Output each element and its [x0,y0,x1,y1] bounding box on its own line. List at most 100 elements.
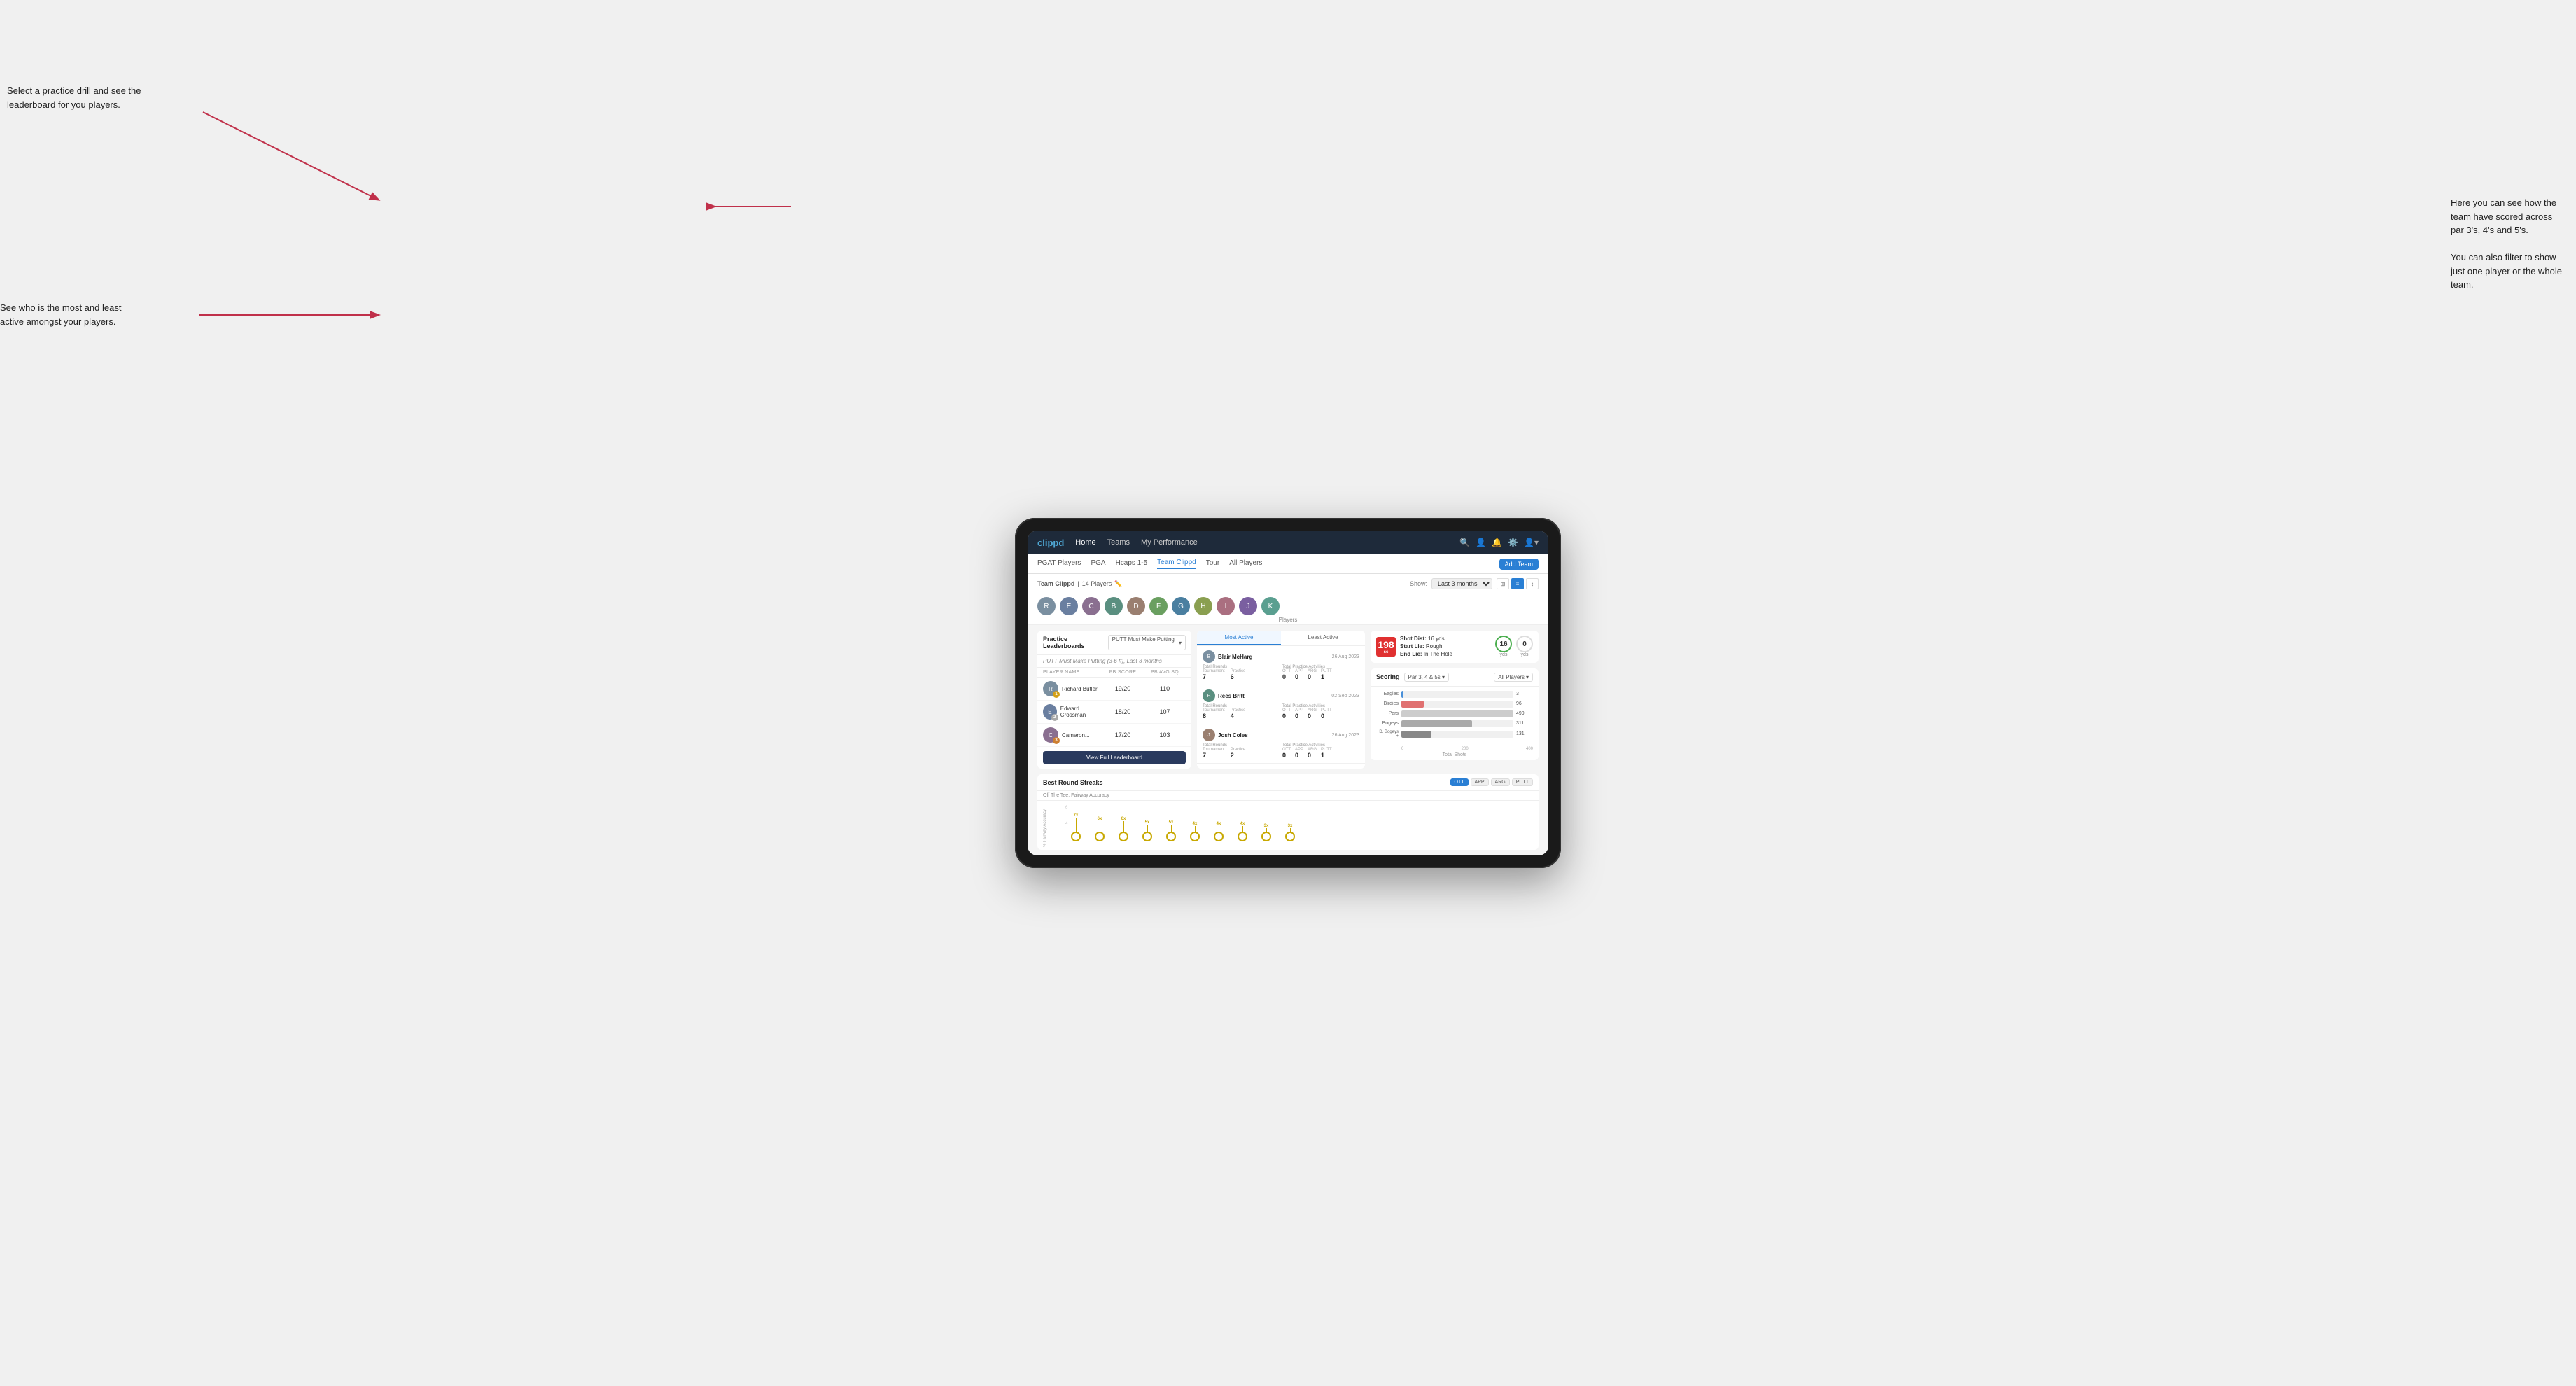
bronze-badge-3: 3 [1053,737,1060,744]
player-avatar-9[interactable]: I [1217,597,1235,615]
leaderboard-filter[interactable]: PUTT Must Make Putting ... ▾ [1108,635,1186,650]
lb-player-3: C 3 Cameron... [1043,727,1102,743]
tablet-frame: clippd Home Teams My Performance 🔍 👤 🔔 ⚙… [1015,518,1561,868]
view-leaderboard-button[interactable]: View Full Leaderboard [1043,751,1186,764]
shot-info-card: 198 sc Shot Dist: 16 yds Start Lie: Roug… [1371,631,1539,663]
lb-name-2: Edward Crossman [1060,706,1102,718]
player-avatar-10[interactable]: J [1239,597,1257,615]
activity-item-3: J Josh Coles 26 Aug 2023 Total Rounds To… [1197,724,1365,764]
player-avatar-3[interactable]: C [1082,597,1100,615]
activity-avatar-1: B [1203,650,1215,663]
activity-date-2: 02 Sep 2023 [1331,694,1359,699]
app-stat-1: APP 0 [1295,669,1303,680]
lb-score-3: 17/20 [1102,732,1144,738]
arg-filter-btn[interactable]: ARG [1491,778,1510,786]
streak-dot-5: 5x [1166,820,1176,841]
lb-row-3[interactable]: C 3 Cameron... 17/20 103 [1037,724,1191,747]
show-filter: Show: Last 3 months Last 6 months Last y… [1410,578,1539,589]
streaks-subtitle: Off The Tee, Fairway Accuracy [1037,791,1539,801]
tab-most-active[interactable]: Most Active [1197,631,1281,645]
activity-date-1: 26 Aug 2023 [1332,654,1359,659]
team-header: Team Clippd | 14 Players ✏️ Show: Last 3… [1028,574,1548,594]
dbogeys-val: 131 [1516,732,1533,736]
dbogeys-label: D. Bogeys + [1376,730,1399,738]
birdies-val: 96 [1516,701,1533,706]
show-select[interactable]: Last 3 months Last 6 months Last year [1432,578,1492,589]
lb-row-2[interactable]: E 2 Edward Crossman 18/20 107 [1037,701,1191,724]
view-icons: ⊞ ≡ ↕ [1497,578,1539,589]
settings-icon[interactable]: ⚙️ [1508,538,1518,547]
streak-dot-4: 5x [1142,820,1152,841]
pars-val: 499 [1516,711,1533,716]
team-info: Team Clippd | 14 Players ✏️ [1037,580,1122,588]
player-avatar-5[interactable]: D [1127,597,1145,615]
nav-teams[interactable]: Teams [1106,538,1131,547]
edit-icon[interactable]: ✏️ [1114,580,1122,588]
par-filter[interactable]: Par 3, 4 & 5s ▾ [1404,673,1450,682]
grid-view-btn[interactable]: ⊞ [1497,578,1509,589]
show-label: Show: [1410,580,1427,587]
shot-yds: 16 yds [1495,636,1512,657]
streak-dot-3: 6x [1119,817,1128,841]
nav-home[interactable]: Home [1074,538,1097,547]
total-rounds-section-3: Total Rounds Tournament 7 Practice 2 [1203,743,1280,759]
lb-row-1[interactable]: R 1 Richard Butler 19/20 110 [1037,678,1191,701]
activity-stats-3: Total Rounds Tournament 7 Practice 2 [1203,743,1359,759]
dbogeys-bar-wrap [1401,731,1513,738]
bogeys-val: 311 [1516,721,1533,726]
player-avatar-1[interactable]: R [1037,597,1056,615]
search-icon[interactable]: 🔍 [1460,538,1470,547]
activity-item-1: B Blair McHarg 26 Aug 2023 Total Rounds … [1197,646,1365,685]
birdies-bar-wrap [1401,701,1513,708]
nav-icons: 🔍 👤 🔔 ⚙️ 👤▾ [1460,538,1539,547]
add-team-button[interactable]: Add Team [1499,559,1539,570]
arg-stat-1: ARG 0 [1308,669,1317,680]
player-avatar-11[interactable]: K [1261,597,1280,615]
tab-least-active[interactable]: Least Active [1281,631,1365,645]
players-count-val: 14 Players [1082,580,1112,587]
player-avatar-7[interactable]: G [1172,597,1190,615]
lb-player-1: R 1 Richard Butler [1043,681,1102,696]
player-avatar-8[interactable]: H [1194,597,1212,615]
player-avatar-6[interactable]: F [1149,597,1168,615]
activity-stats-2: Total Rounds Tournament 8 Practice 4 [1203,704,1359,720]
subnav-team-clippd[interactable]: Team Clippd [1157,559,1196,569]
lb-avg-2: 107 [1144,708,1186,715]
subnav-all-players[interactable]: All Players [1229,559,1262,568]
all-players-filter[interactable]: All Players ▾ [1494,673,1533,682]
sub-nav: PGAT Players PGA Hcaps 1-5 Team Clippd T… [1028,554,1548,574]
practice-activities-section-1: Total Practice Activities OTT 0 APP 0 [1282,665,1359,680]
gridline-top: 6 [1071,808,1533,809]
nav-my-performance[interactable]: My Performance [1140,538,1199,547]
putt-filter-btn[interactable]: PUTT [1512,778,1533,786]
ott-filter-btn[interactable]: OTT [1450,778,1469,786]
sort-btn[interactable]: ↕ [1526,578,1539,589]
ott-stat-1: OTT 0 [1282,669,1291,680]
birdies-label: Birdies [1376,701,1399,706]
activity-avatar-3: J [1203,729,1215,741]
eagles-val: 3 [1516,692,1533,696]
leaderboard-subtitle: PUTT Must Make Putting (3-6 ft), Last 3 … [1037,655,1191,668]
chart-row-bogeys: Bogeys 311 [1376,720,1533,727]
bell-icon[interactable]: 🔔 [1492,538,1502,547]
bogeys-label: Bogeys [1376,721,1399,726]
subnav-pgat[interactable]: PGAT Players [1037,559,1081,568]
shot-details: Shot Dist: 16 yds Start Lie: Rough End L… [1400,635,1491,659]
activity-tabs: Most Active Least Active [1197,631,1365,646]
activity-player-2: R Rees Britt [1203,690,1245,702]
y-axis-label: % Fairway Accuracy [1043,805,1047,847]
streaks-card: Best Round Streaks OTT APP ARG PUTT Off … [1037,774,1539,850]
player-avatar-2[interactable]: E [1060,597,1078,615]
total-rounds-section-1: Total Rounds Tournament 7 Practice 6 [1203,665,1280,680]
activity-player-3: J Josh Coles [1203,729,1248,741]
subnav-tour[interactable]: Tour [1206,559,1219,568]
app-filter-btn[interactable]: APP [1471,778,1489,786]
subnav-pga[interactable]: PGA [1091,559,1105,568]
user-menu[interactable]: 👤▾ [1524,538,1539,547]
shot-circles: 16 yds 0 yds [1495,636,1533,657]
list-view-btn[interactable]: ≡ [1511,578,1524,589]
activity-name-1: Blair McHarg [1218,654,1252,660]
subnav-hcaps[interactable]: Hcaps 1-5 [1116,559,1148,568]
player-avatar-4[interactable]: B [1105,597,1123,615]
people-icon[interactable]: 👤 [1476,538,1486,547]
